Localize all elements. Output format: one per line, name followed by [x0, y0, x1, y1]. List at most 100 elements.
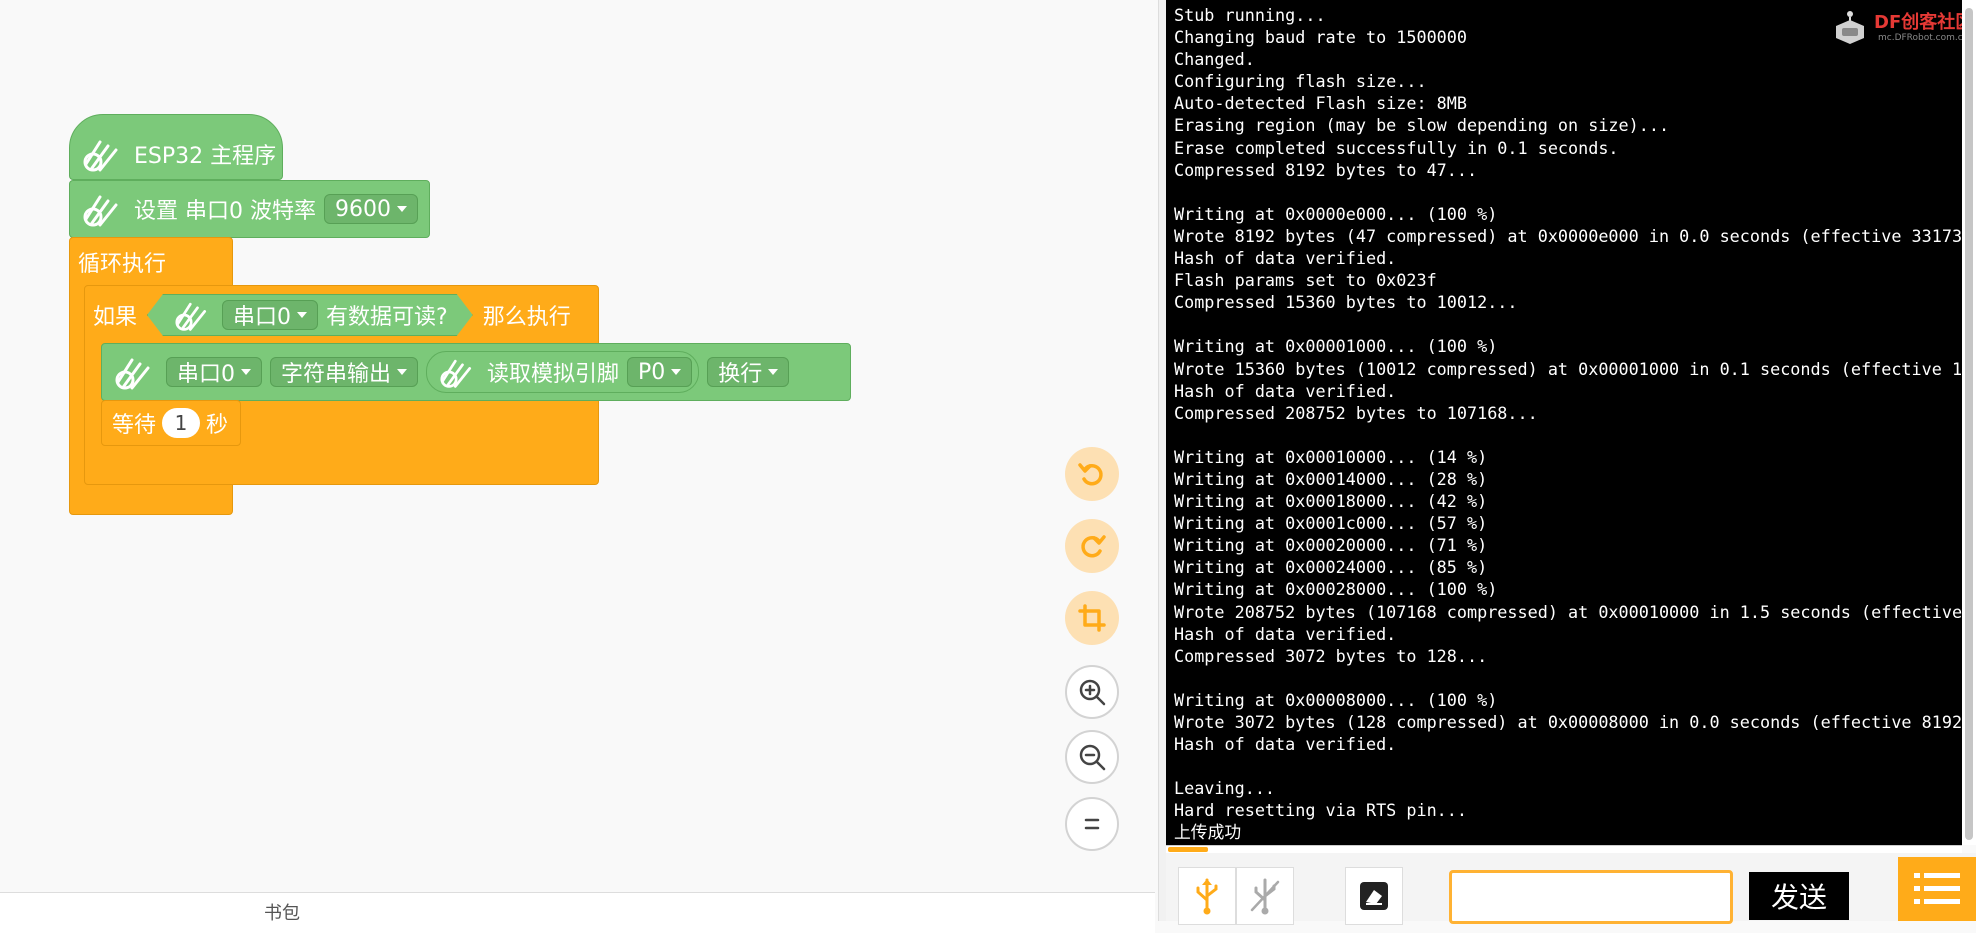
chevron-down-icon: [671, 369, 682, 375]
send-button[interactable]: 发送: [1749, 872, 1849, 920]
esp32-main-block[interactable]: ESP32 主程序: [69, 114, 283, 180]
if-label: 如果: [93, 305, 138, 330]
print-mode-value: 字符串输出: [281, 362, 392, 387]
equals-icon: [1084, 818, 1100, 830]
console-line: Leaving...: [1174, 778, 1276, 799]
horizontal-scrollbar-thumb[interactable]: [1168, 847, 1208, 852]
esp32-block-icon: [83, 140, 118, 172]
backpack-label: 书包: [264, 903, 300, 924]
esp32-block-icon: [172, 297, 214, 333]
console-line: Hash of data verified.: [1174, 248, 1397, 269]
serial-available-condition[interactable]: 串口0 有数据可读?: [147, 294, 473, 336]
console-line: Hash of data verified.: [1174, 623, 1397, 644]
condition-port-value: 串口0: [233, 305, 292, 330]
chevron-down-icon: [297, 312, 307, 318]
zoom-in-button[interactable]: [1065, 665, 1119, 719]
usb-icon: [1196, 878, 1218, 915]
console-line: Writing at 0x00008000... (100 %): [1174, 689, 1498, 710]
chevron-down-icon: [241, 369, 251, 375]
console-scrollbar-thumb[interactable]: [1965, 8, 1973, 840]
loop-block-label: 循环执行: [78, 252, 167, 277]
wait-unit: 秒: [206, 413, 229, 438]
serial-console[interactable]: Stub running... Changing baud rate to 15…: [1166, 0, 1962, 845]
console-line: Wrote 8192 bytes (47 compressed) at 0x00…: [1174, 225, 1962, 246]
console-line: Compressed 3072 bytes to 128...: [1174, 645, 1488, 666]
console-line: Stub running...: [1174, 5, 1326, 25]
print-port-dropdown[interactable]: 串口0: [166, 357, 262, 387]
main-block-label: ESP32 主程序: [134, 144, 277, 169]
redo-icon: [1081, 535, 1106, 558]
block-workspace[interactable]: ESP32 主程序 设置 串口0 波特率 9600 循环执行 如果 串口0 有数…: [0, 0, 1158, 880]
console-line: Writing at 0x00001000... (100 %): [1174, 336, 1498, 357]
dfrobot-logo: DF创客社区 mc.DFRobot.com.cn: [1830, 6, 1974, 50]
console-line: Compressed 208752 bytes to 107168...: [1174, 402, 1538, 423]
console-line: Wrote 208752 bytes (107168 compressed) a…: [1174, 601, 1962, 622]
backpack-tray[interactable]: 书包: [0, 892, 1155, 933]
logo-url: mc.DFRobot.com.cn: [1878, 33, 1969, 43]
console-line: Compressed 8192 bytes to 47...: [1174, 159, 1478, 180]
then-label: 那么执行: [482, 305, 571, 330]
chevron-down-icon: [397, 369, 408, 375]
newline-dropdown[interactable]: 换行: [707, 357, 790, 387]
zoom-in-icon: [1079, 679, 1106, 706]
condition-port-dropdown[interactable]: 串口0: [222, 300, 318, 330]
clear-console-button[interactable]: [1345, 867, 1403, 925]
undo-icon: [1078, 463, 1103, 486]
console-line: Wrote 3072 bytes (128 compressed) at 0x0…: [1174, 712, 1962, 732]
console-output: Stub running... Changing baud rate to 15…: [1166, 0, 1962, 844]
esp32-block-icon: [115, 358, 150, 390]
crop-button[interactable]: [1065, 591, 1119, 645]
console-line: Writing at 0x0001c000... (57 %): [1174, 513, 1488, 534]
list-menu-icon: [1914, 873, 1960, 904]
console-line: Writing at 0x00018000... (42 %): [1174, 491, 1488, 512]
eraser-icon: [1360, 882, 1388, 910]
chevron-down-icon: [768, 369, 779, 375]
read-analog-pin-block[interactable]: 读取模拟引脚 P0: [426, 351, 700, 393]
newline-value: 换行: [718, 362, 763, 387]
undo-button[interactable]: [1065, 447, 1119, 501]
esp32-block-icon: [440, 359, 472, 388]
console-line: Compressed 15360 bytes to 10012...: [1174, 292, 1518, 313]
serial-print-block[interactable]: 串口0 字符串输出 读取模拟引脚 P0 换行: [101, 343, 851, 401]
console-line: Changing baud rate to 1500000: [1174, 27, 1467, 48]
console-line: Changed.: [1174, 49, 1255, 70]
menu-button[interactable]: [1898, 857, 1976, 921]
baud-rate-dropdown[interactable]: 9600: [323, 194, 418, 224]
console-line: Erase completed successfully in 0.1 seco…: [1174, 137, 1619, 158]
console-line: Auto-detected Flash size: 8MB: [1174, 93, 1467, 114]
send-input[interactable]: [1449, 870, 1733, 924]
console-line: Writing at 0x00010000... (14 %): [1174, 446, 1488, 467]
zoom-out-button[interactable]: [1065, 730, 1119, 784]
baud-rate-value: 9600: [334, 196, 391, 222]
logo-brand: DF创客社区: [1874, 12, 1974, 33]
read-analog-label: 读取模拟引脚: [487, 362, 620, 387]
console-scrollbar[interactable]: [1962, 0, 1976, 845]
console-line: Wrote 15360 bytes (10012 compressed) at …: [1174, 358, 1962, 379]
console-line: 上传成功: [1174, 822, 1242, 843]
console-line: Hard resetting via RTS pin...: [1174, 800, 1467, 821]
console-line: Writing at 0x00028000... (100 %): [1174, 579, 1498, 600]
pin-dropdown[interactable]: P0: [627, 357, 693, 387]
zoom-out-icon: [1079, 744, 1106, 771]
wait-block[interactable]: 等待 1 秒: [101, 400, 241, 446]
crop-icon: [1078, 604, 1106, 632]
chevron-down-icon: [396, 206, 407, 212]
wait-label: 等待: [112, 413, 157, 438]
condition-label: 有数据可读?: [326, 305, 448, 330]
console-line: Hash of data verified.: [1174, 380, 1397, 401]
console-line: Configuring flash size...: [1174, 71, 1427, 92]
reset-zoom-button[interactable]: [1065, 797, 1119, 851]
usb-disconnect-icon: [1250, 878, 1280, 915]
baud-block-label: 设置 串口0 波特率: [134, 199, 316, 224]
wait-seconds-input[interactable]: 1: [162, 408, 201, 438]
print-mode-dropdown[interactable]: 字符串输出: [270, 357, 419, 387]
set-baud-block[interactable]: 设置 串口0 波特率 9600: [69, 180, 430, 238]
console-line: Writing at 0x00014000... (28 %): [1174, 468, 1488, 489]
connect-usb-button[interactable]: [1178, 867, 1236, 925]
robot-logo-icon: [1836, 11, 1864, 44]
disconnect-usb-button[interactable]: [1236, 867, 1294, 925]
pin-value: P0: [638, 359, 666, 385]
redo-button[interactable]: [1065, 519, 1119, 573]
console-line: Erasing region (may be slow depending on…: [1174, 115, 1670, 136]
console-line: Writing at 0x00024000... (85 %): [1174, 557, 1488, 578]
